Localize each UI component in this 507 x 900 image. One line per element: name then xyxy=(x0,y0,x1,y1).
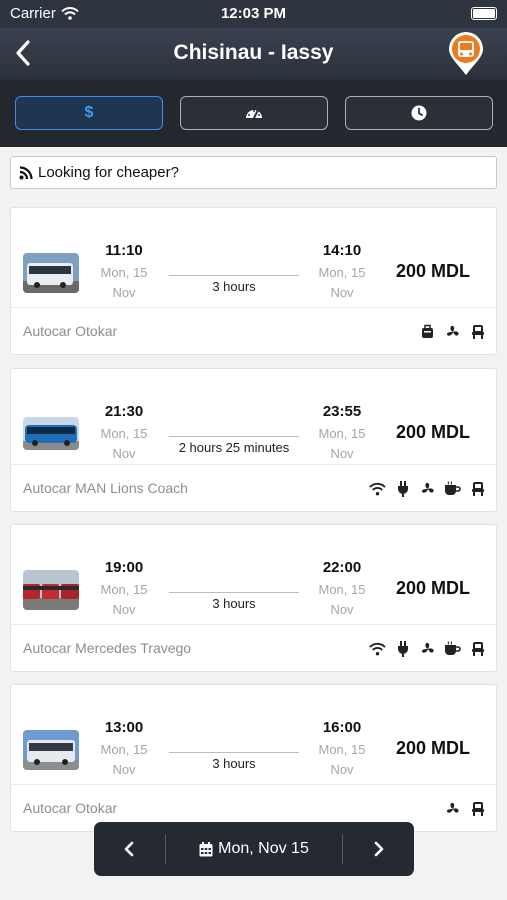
date-pager: Mon, Nov 15 xyxy=(94,822,414,876)
amenities-list xyxy=(419,323,486,340)
trip-card-2[interactable]: 21:30 Mon, 15 Nov 2 hours 25 minutes 23:… xyxy=(10,368,497,512)
reclining-seat-icon xyxy=(469,640,486,657)
arrival-month: Nov xyxy=(330,285,354,300)
departure-time: 13:00 xyxy=(104,719,144,736)
arrival-month: Nov xyxy=(330,446,354,461)
duration-line xyxy=(169,752,299,753)
card-divider xyxy=(11,307,496,308)
arrival-time: 22:00 xyxy=(322,559,362,576)
amenities-list xyxy=(369,640,486,657)
departure-time: 11:10 xyxy=(105,242,143,259)
amenities-list xyxy=(444,800,486,817)
calendar-icon xyxy=(199,841,213,856)
arrival-day: Mon, 15 xyxy=(318,742,366,757)
trip-card-1[interactable]: 11:10 Mon, 15 Nov 3 hours 14:10 Mon, 15 … xyxy=(10,207,497,355)
luggage-icon xyxy=(419,323,436,340)
trip-card-4[interactable]: 13:00 Mon, 15 Nov 3 hours 16:00 Mon, 15 … xyxy=(10,684,497,832)
trip-price: 200 MDL xyxy=(395,422,470,442)
departure-time: 19:00 xyxy=(104,559,144,576)
trip-price: 200 MDL xyxy=(395,261,470,281)
arrival-time: 23:55 xyxy=(322,403,362,420)
card-divider xyxy=(11,624,496,625)
looking-for-cheaper-label: Looking for cheaper? xyxy=(38,164,179,181)
trip-card-3[interactable]: 19:00 Mon, 15 Nov 3 hours 22:00 Mon, 15 … xyxy=(10,524,497,672)
ac-icon xyxy=(419,640,436,657)
reclining-seat-icon xyxy=(469,323,486,340)
bus-pin-icon xyxy=(449,32,483,75)
reclining-seat-icon xyxy=(469,800,486,817)
arrival-time: 16:00 xyxy=(322,719,362,736)
looking-for-cheaper-button[interactable]: Looking for cheaper? xyxy=(10,156,497,189)
departure-month: Nov xyxy=(112,446,136,461)
nav-bar: Chisinau - Iassy xyxy=(0,28,507,80)
reclining-seat-icon xyxy=(469,480,486,497)
selected-date-label: Mon, Nov 15 xyxy=(218,840,309,857)
power-plug-icon xyxy=(394,640,411,657)
departure-day: Mon, 15 xyxy=(100,265,148,280)
status-time: 12:03 PM xyxy=(220,5,287,22)
trip-duration: 3 hours xyxy=(212,596,256,611)
previous-day-button[interactable] xyxy=(94,822,164,876)
bus-photo xyxy=(23,253,79,293)
page-title: Chisinau - Iassy xyxy=(173,41,334,64)
bus-operator: Autocar Mercedes Travego xyxy=(23,640,192,656)
coffee-icon xyxy=(444,480,461,497)
arrival-time: 14:10 xyxy=(322,242,362,259)
trip-duration: 2 hours 25 minutes xyxy=(178,440,290,455)
trip-duration: 3 hours xyxy=(212,756,256,771)
departure-day: Mon, 15 xyxy=(100,742,148,757)
bus-photo xyxy=(23,730,79,770)
battery-icon xyxy=(471,7,497,20)
arrival-day: Mon, 15 xyxy=(318,426,366,441)
coffee-icon xyxy=(444,640,461,657)
bus-operator: Autocar MAN Lions Coach xyxy=(23,480,188,496)
pager-separator xyxy=(342,834,343,864)
bus-operator: Autocar Otokar xyxy=(23,323,118,339)
ac-icon xyxy=(444,800,461,817)
departure-day: Mon, 15 xyxy=(100,582,148,597)
map-pin-button[interactable] xyxy=(447,32,485,76)
ac-icon xyxy=(419,480,436,497)
card-divider xyxy=(11,784,496,785)
wifi-icon xyxy=(369,640,386,657)
sort-by-time-button[interactable] xyxy=(345,96,493,130)
arrival-month: Nov xyxy=(330,602,354,617)
departure-day: Mon, 15 xyxy=(100,426,148,441)
duration-line xyxy=(169,592,299,593)
bus-operator: Autocar Otokar xyxy=(23,800,118,816)
trip-price: 200 MDL xyxy=(395,738,470,758)
selected-date-button[interactable]: Mon, Nov 15 xyxy=(166,822,342,876)
power-plug-icon xyxy=(394,480,411,497)
chevron-left-icon xyxy=(124,841,134,857)
bus-photo xyxy=(23,417,79,450)
arrival-day: Mon, 15 xyxy=(318,582,366,597)
amenities-list xyxy=(369,480,486,497)
sort-by-price-button[interactable]: $ xyxy=(15,96,163,130)
clock-icon xyxy=(411,105,427,121)
departure-month: Nov xyxy=(112,762,136,777)
sort-by-speed-button[interactable] xyxy=(180,96,328,130)
status-bar: Carrier 12:03 PM xyxy=(0,0,507,28)
card-divider xyxy=(11,464,496,465)
departure-month: Nov xyxy=(112,602,136,617)
chevron-right-icon xyxy=(374,841,384,857)
rss-icon xyxy=(19,165,33,179)
trip-duration: 3 hours xyxy=(212,279,256,294)
duration-line xyxy=(169,275,299,276)
arrival-day: Mon, 15 xyxy=(318,265,366,280)
bus-photo xyxy=(23,570,79,610)
departure-time: 21:30 xyxy=(104,403,144,420)
speedometer-icon xyxy=(246,110,262,119)
duration-line xyxy=(169,436,299,437)
next-day-button[interactable] xyxy=(344,822,414,876)
sort-bar: $ xyxy=(0,80,507,147)
departure-month: Nov xyxy=(112,285,136,300)
trip-price: 200 MDL xyxy=(395,578,470,598)
dollar-icon: $ xyxy=(84,104,94,121)
ac-icon xyxy=(444,323,461,340)
wifi-icon xyxy=(369,480,386,497)
arrival-month: Nov xyxy=(330,762,354,777)
